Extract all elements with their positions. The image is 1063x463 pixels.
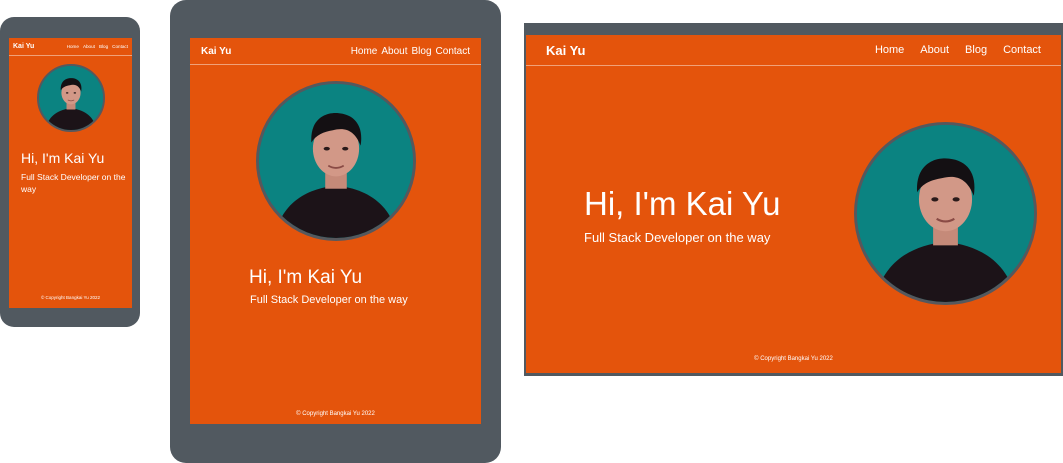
nav-links: Home About Blog Contact [63, 44, 128, 49]
desktop-screen: Kai Yu Home About Blog Contact Hi, I'm K… [526, 35, 1061, 373]
navbar: Kai Yu Home About Blog Contact [526, 35, 1061, 66]
hero-subtitle: Full Stack Developer on the way [584, 230, 771, 245]
tablet-screen: Kai Yu Home About Blog Contact Hi, I'm K… [190, 38, 481, 424]
nav-home-link[interactable]: Home [351, 46, 378, 57]
nav-blog-link[interactable]: Blog [99, 44, 108, 49]
phone-screen: Kai Yu Home About Blog Contact Hi, I'm K… [9, 38, 132, 308]
nav-about-link[interactable]: About [920, 44, 949, 56]
nav-contact-link[interactable]: Contact [112, 44, 128, 49]
nav-blog-link[interactable]: Blog [412, 46, 432, 57]
brand-logo[interactable]: Kai Yu [546, 43, 586, 58]
footer-copyright: © Copyright Bangkai Yu 2022 [40, 295, 101, 300]
hero-title: Hi, I'm Kai Yu [249, 267, 363, 288]
nav-contact-link[interactable]: Contact [436, 46, 470, 57]
profile-photo [854, 122, 1037, 305]
navbar: Kai Yu Home About Blog Contact [190, 38, 481, 65]
nav-blog-link[interactable]: Blog [965, 44, 987, 56]
nav-about-link[interactable]: About [83, 44, 95, 49]
phone-mockup: Kai Yu Home About Blog Contact Hi, I'm K… [0, 17, 140, 327]
footer-copyright: © Copyright Bangkai Yu 2022 [296, 411, 375, 417]
nav-about-link[interactable]: About [381, 46, 407, 57]
desktop-mockup: Kai Yu Home About Blog Contact Hi, I'm K… [524, 23, 1063, 376]
hero-subtitle: Full Stack Developer on the way [250, 294, 408, 306]
footer-copyright: © Copyright Bangkai Yu 2022 [754, 356, 833, 362]
nav-contact-link[interactable]: Contact [1003, 44, 1041, 56]
profile-photo [256, 81, 416, 241]
nav-links: Home About Blog Contact [347, 46, 470, 57]
hero-title: Hi, I'm Kai Yu [21, 150, 105, 166]
brand-logo[interactable]: Kai Yu [201, 46, 231, 57]
nav-home-link[interactable]: Home [875, 44, 904, 56]
hero-subtitle: Full Stack Developer on the way [21, 172, 126, 194]
hero-title: Hi, I'm Kai Yu [584, 185, 781, 222]
tablet-mockup: Kai Yu Home About Blog Contact Hi, I'm K… [170, 0, 501, 463]
profile-photo [37, 64, 105, 132]
nav-home-link[interactable]: Home [67, 44, 79, 49]
navbar: Kai Yu Home About Blog Contact [9, 38, 132, 56]
nav-links: Home About Blog Contact [859, 44, 1041, 56]
brand-logo[interactable]: Kai Yu [13, 43, 34, 50]
